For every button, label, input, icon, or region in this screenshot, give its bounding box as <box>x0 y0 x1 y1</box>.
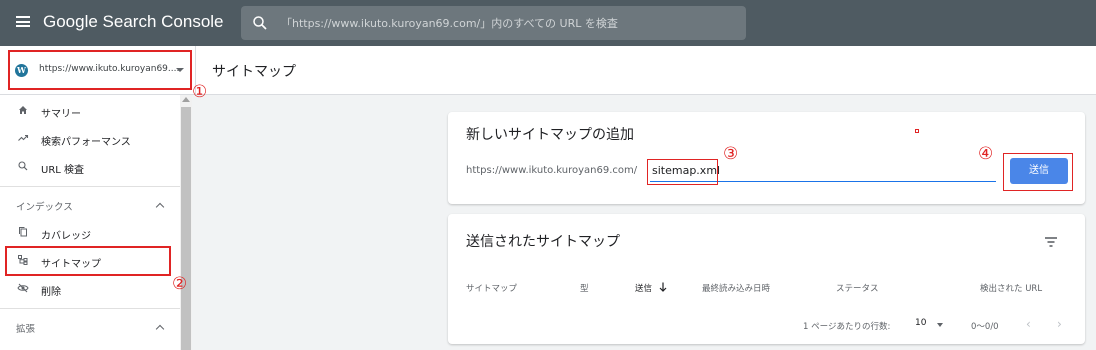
sidebar: サマリー 検索パフォーマンス URL 検査 インデックス カバレッジ サイトマッ… <box>0 95 180 350</box>
copy-icon <box>19 227 27 237</box>
sidebar-item-coverage[interactable]: カバレッジ <box>0 219 180 247</box>
url-inspection-search[interactable] <box>241 6 746 40</box>
home-icon <box>19 106 27 114</box>
chevron-up-icon[interactable] <box>155 202 165 212</box>
annotation-box-4 <box>1003 153 1073 191</box>
search-input[interactable] <box>281 6 731 40</box>
submitted-sitemaps-card: 送信されたサイトマップ サイトマップ 型 送信 最終読み込み日時 ステータス 検… <box>448 214 1085 344</box>
menu-icon[interactable] <box>16 16 30 27</box>
pagination-range: 0〜0/0 <box>971 322 999 332</box>
dropdown-caret-icon <box>937 323 943 327</box>
rows-per-page-select[interactable]: 10 <box>915 318 926 328</box>
sidebar-item-label: サマリー <box>41 109 81 120</box>
search-icon <box>18 161 28 171</box>
trending-icon <box>18 134 29 141</box>
section-label-index: インデックス <box>16 202 73 213</box>
divider <box>0 186 180 187</box>
rows-per-page-label: 1 ページあたりの行数: <box>803 322 891 332</box>
scroll-thumb[interactable] <box>181 107 191 350</box>
annotation-box-3 <box>647 159 718 185</box>
next-page-button[interactable]: › <box>1057 317 1062 331</box>
app-header: Google Search Console <box>0 0 1096 46</box>
eye-off-icon <box>17 283 29 293</box>
scroll-up-arrow-icon[interactable] <box>182 97 190 102</box>
search-icon <box>253 16 267 30</box>
sidebar-item-url-inspection[interactable]: URL 検査 <box>0 153 180 181</box>
card-title: 新しいサイトマップの追加 <box>466 127 634 143</box>
column-header-submitted[interactable]: 送信 <box>635 282 652 294</box>
sitemap-url-prefix: https://www.ikuto.kuroyan69.com/ <box>466 165 638 176</box>
chevron-up-icon[interactable] <box>155 324 165 334</box>
annotation-marker-3: ③ <box>723 144 739 164</box>
column-header-type[interactable]: 型 <box>580 282 589 294</box>
section-label-extensions: 拡張 <box>16 324 36 335</box>
sidebar-item-summary[interactable]: サマリー <box>0 97 180 125</box>
filter-icon[interactable] <box>1044 236 1058 248</box>
page-title: サイトマップ <box>212 64 296 80</box>
sidebar-item-label: URL 検査 <box>41 165 85 176</box>
app-title: Google Search Console <box>43 12 224 31</box>
annotation-box-1 <box>8 50 192 90</box>
divider <box>0 308 180 309</box>
prev-page-button[interactable]: ‹ <box>1026 317 1031 331</box>
sort-down-arrow-icon <box>659 282 667 292</box>
column-header-discovered-urls[interactable]: 検出された URL <box>980 282 1042 294</box>
annotation-marker-4: ④ <box>978 144 994 164</box>
column-header-sitemap[interactable]: サイトマップ <box>466 282 517 294</box>
sidebar-scrollbar[interactable] <box>180 95 192 350</box>
annotation-marker-1: ① <box>192 82 208 102</box>
sidebar-item-label: 検索パフォーマンス <box>41 137 131 148</box>
sidebar-item-performance[interactable]: 検索パフォーマンス <box>0 125 180 153</box>
column-header-status[interactable]: ステータス <box>836 282 879 294</box>
annotation-box-2 <box>5 246 171 276</box>
sidebar-item-label: 削除 <box>41 287 61 298</box>
card-title: 送信されたサイトマップ <box>466 234 620 250</box>
annotation-dot <box>915 129 919 133</box>
annotation-marker-2: ② <box>172 274 188 294</box>
column-header-last-read[interactable]: 最終読み込み日時 <box>702 282 770 294</box>
sidebar-item-label: カバレッジ <box>41 231 91 242</box>
sidebar-item-removals[interactable]: 削除 <box>0 275 180 303</box>
